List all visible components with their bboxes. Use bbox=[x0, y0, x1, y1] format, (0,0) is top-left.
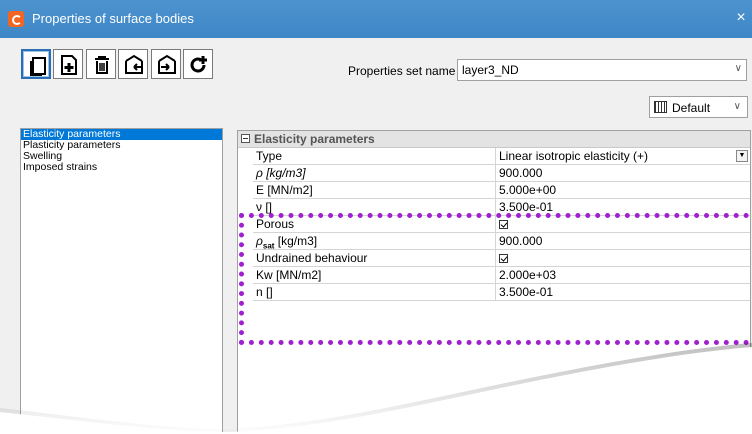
torn-edge-decoration bbox=[0, 343, 752, 434]
properties-dialog: Properties of surface bodies × Propertie… bbox=[0, 0, 752, 434]
